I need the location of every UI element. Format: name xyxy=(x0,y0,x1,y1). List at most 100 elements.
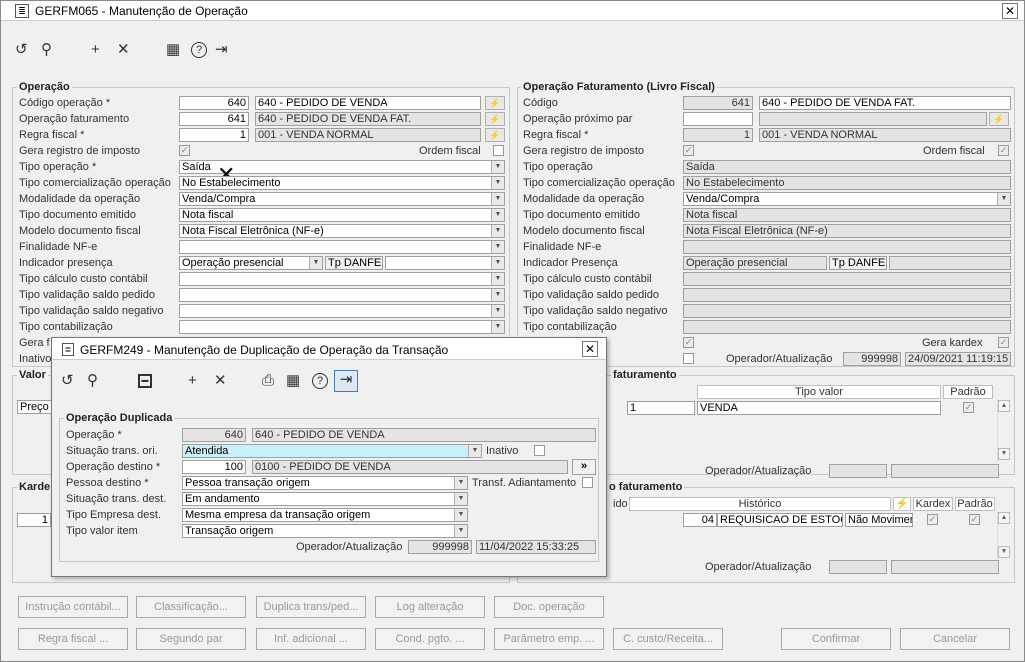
dialog-title-bar: ≣ GERFM249 - Manutenção de Duplicação de… xyxy=(52,338,606,360)
regra-input[interactable]: 1 xyxy=(179,128,249,142)
codigo-lookup-icon[interactable]: ⚡ xyxy=(485,96,505,110)
fat-regra-label: Regra fiscal * xyxy=(523,129,589,141)
print-icon[interactable]: ⎙ xyxy=(262,372,274,390)
scroll-down-icon[interactable]: ▼ xyxy=(998,546,1010,558)
delete-icon[interactable]: ✕ xyxy=(214,372,227,390)
dlg-dest-button[interactable]: » xyxy=(572,459,596,475)
dlg-sit-dest-label: Situação trans. dest. xyxy=(66,493,167,505)
col-lookup-icon[interactable]: ⚡ xyxy=(893,497,911,511)
val-neg-select[interactable]: ▼ xyxy=(179,304,505,318)
dlg-op-desc: 640 - PEDIDO DE VENDA xyxy=(252,428,596,442)
instrucao-button[interactable]: Instrução contábil... xyxy=(18,596,128,618)
exit-icon[interactable]: ⇥ xyxy=(334,370,358,392)
val-ped-select[interactable]: ▼ xyxy=(179,288,505,302)
gera-checkbox[interactable]: ✓ xyxy=(179,145,190,156)
dlg-sit-dest-select[interactable]: Em andamento ▼ xyxy=(182,492,468,506)
doc-button[interactable]: Doc. operação xyxy=(494,596,604,618)
kardex-row-hist[interactable]: REQUISICAO DE ESTOQU xyxy=(717,513,843,527)
regra-label: Regra fiscal * xyxy=(19,129,85,141)
modal-select[interactable]: Venda/Compra ▼ xyxy=(179,192,505,206)
col-kardex[interactable]: Kardex xyxy=(913,497,953,511)
contab-select[interactable]: ▼ xyxy=(179,320,505,334)
tipo-doc-select[interactable]: Nota fiscal ▼ xyxy=(179,208,505,222)
help-icon[interactable]: ? xyxy=(191,42,207,58)
col-tipo-valor[interactable]: Tipo valor xyxy=(697,385,941,399)
tp-danfe-button[interactable]: Tp DANFE xyxy=(325,256,383,270)
fat-oper-label: Operador/Atualização xyxy=(726,353,833,365)
dlg-sit-dest-value: Em andamento xyxy=(185,493,260,505)
cancelar-button[interactable]: Cancelar xyxy=(900,628,1010,650)
preco-cell[interactable]: Preço xyxy=(17,400,55,414)
help-icon[interactable]: ? xyxy=(312,373,328,389)
kardex-scrollbar[interactable]: ▲ ▼ xyxy=(997,512,1011,560)
undo-icon[interactable]: ↺ xyxy=(61,372,74,390)
valor-padrao-checkbox[interactable]: ✓ xyxy=(963,402,974,413)
search-icon[interactable]: ⚲ xyxy=(87,372,98,390)
prox-lookup-icon[interactable]: ⚡ xyxy=(989,112,1009,126)
dlg-transf-checkbox[interactable] xyxy=(582,477,593,488)
calendar-icon[interactable]: ▦ xyxy=(286,372,300,390)
scroll-down-icon[interactable]: ▼ xyxy=(998,448,1010,460)
valor-fat-group-title: faturamento xyxy=(611,369,679,381)
exit-icon[interactable]: ⇥ xyxy=(215,41,228,59)
chevron-down-icon: ▼ xyxy=(454,525,467,537)
undo-icon[interactable]: ↺ xyxy=(15,41,28,59)
prox-label: Operação próximo par xyxy=(523,113,633,125)
valor-row-tipo[interactable]: VENDA xyxy=(697,401,941,415)
kardex-checkbox[interactable]: ✓ xyxy=(927,514,938,525)
dlg-pessoa-select[interactable]: Pessoa transação origem ▼ xyxy=(182,476,468,490)
parametro-button[interactable]: Parâmetro emp. ... xyxy=(494,628,604,650)
col-kardex-padrao[interactable]: Padrão xyxy=(955,497,995,511)
custo-select[interactable]: ▼ xyxy=(179,272,505,286)
valor-scrollbar[interactable]: ▲ ▼ xyxy=(997,400,1011,462)
fat-tp-danfe-button[interactable]: Tp DANFE xyxy=(829,256,887,270)
chevron-down-icon: ▼ xyxy=(468,445,481,457)
calendar-icon[interactable]: ▦ xyxy=(166,41,180,59)
codigo-input[interactable]: 640 xyxy=(179,96,249,110)
dlg-inativo-checkbox[interactable] xyxy=(534,445,545,456)
col-historico[interactable]: Histórico xyxy=(629,497,891,511)
custo-receita-button[interactable]: C. custo/Receita... xyxy=(613,628,723,650)
confirmar-button[interactable]: Confirmar xyxy=(781,628,891,650)
kardex-padrao-checkbox[interactable]: ✓ xyxy=(969,514,980,525)
classificacao-button[interactable]: Classificação... xyxy=(136,596,246,618)
segundo-par-button[interactable]: Segundo par xyxy=(136,628,246,650)
dlg-empresa-select[interactable]: Mesma empresa da transação origem ▼ xyxy=(182,508,468,522)
fat-lookup-icon[interactable]: ⚡ xyxy=(485,112,505,126)
delete-icon[interactable]: ✕ xyxy=(117,41,130,59)
dlg-pessoa-label: Pessoa destino * xyxy=(66,477,149,489)
indicador-select[interactable]: Operação presencial ▼ xyxy=(179,256,323,270)
valor-row-num[interactable]: 1 xyxy=(627,401,695,415)
add-icon[interactable]: + xyxy=(188,372,197,390)
kardex-row-cod[interactable]: 04 xyxy=(683,513,717,527)
regra-fiscal-button[interactable]: Regra fiscal ... xyxy=(18,628,128,650)
dialog-close-button[interactable]: ✕ xyxy=(582,341,598,357)
cond-pgto-button[interactable]: Cond. pgto. ... xyxy=(375,628,485,650)
fat-modal-select[interactable]: Venda/Compra ▼ xyxy=(683,192,1011,206)
scroll-up-icon[interactable]: ▲ xyxy=(998,512,1010,524)
tipo-com-select[interactable]: No Estabelecimento ▼ xyxy=(179,176,505,190)
kardex-row-num[interactable]: 1 xyxy=(17,513,51,527)
add-icon[interactable]: + xyxy=(91,41,100,59)
tp-danfe-select[interactable]: ▼ xyxy=(385,256,505,270)
inf-adicional-button[interactable]: Inf. adicional ... xyxy=(256,628,366,650)
duplica-button[interactable]: Duplica trans/ped... xyxy=(256,596,366,618)
final-select[interactable]: ▼ xyxy=(179,240,505,254)
kardex-row-mov[interactable]: Não Movimen xyxy=(845,513,913,527)
close-button[interactable]: ✕ xyxy=(1002,3,1018,19)
col-padrao[interactable]: Padrão xyxy=(943,385,993,399)
dlg-dest-input[interactable]: 100 xyxy=(182,460,246,474)
ordem-checkbox[interactable] xyxy=(493,145,504,156)
save-icon[interactable]: ▬ xyxy=(138,374,152,388)
log-button[interactable]: Log alteração xyxy=(375,596,485,618)
fat-oper-date: 24/09/2021 11:19:15 xyxy=(905,352,1011,366)
scroll-up-icon[interactable]: ▲ xyxy=(998,400,1010,412)
dlg-sit-select[interactable]: Atendida ▼ xyxy=(182,444,482,458)
dlg-valor-select[interactable]: Transação origem ▼ xyxy=(182,524,468,538)
modelo-select[interactable]: Nota Fiscal Eletrônica (NF-e) ▼ xyxy=(179,224,505,238)
contab-label: Tipo contabilização xyxy=(19,321,113,333)
search-icon[interactable]: ⚲ xyxy=(41,41,52,59)
fat-input[interactable]: 641 xyxy=(179,112,249,126)
regra-lookup-icon[interactable]: ⚡ xyxy=(485,128,505,142)
prox-input[interactable] xyxy=(683,112,753,126)
